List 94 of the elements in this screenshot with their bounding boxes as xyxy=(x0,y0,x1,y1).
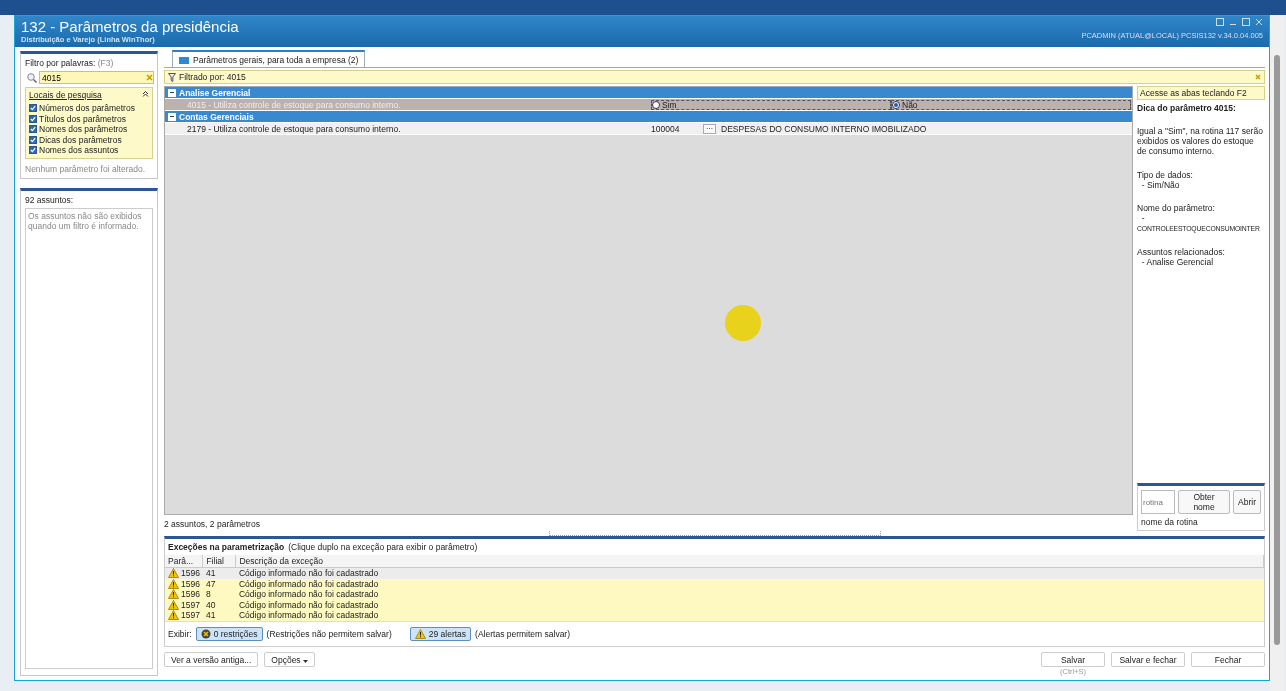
radio-button[interactable] xyxy=(652,100,660,109)
parameter-cell: 1596 xyxy=(181,578,200,589)
data-type-value: - Sim/Não xyxy=(1141,179,1181,190)
description-cell: Código informado não foi cadastrado xyxy=(235,589,1264,600)
parameter-cell: 1597 xyxy=(181,599,200,610)
search-option[interactable]: Dicas dos parâmetros xyxy=(29,134,149,145)
checkbox[interactable] xyxy=(29,114,37,123)
scroll-thumb[interactable] xyxy=(1274,55,1280,645)
checkbox[interactable] xyxy=(29,104,37,113)
close-button[interactable]: Fechar xyxy=(1191,652,1265,667)
exception-row[interactable]: 1596 47 Código informado não foi cadastrado xyxy=(165,578,1264,589)
filter-toggle[interactable]: 0 restrições xyxy=(195,627,263,641)
status-text: Nenhum parâmetro foi alterado. xyxy=(25,163,146,174)
toggle-note: (Alertas permitem salvar) xyxy=(475,629,571,639)
tab[interactable]: Parâmetros gerais, para toda a empresa (2) xyxy=(172,50,366,67)
restore-icon[interactable] xyxy=(1216,18,1224,26)
parameter-cell: 1596 xyxy=(181,568,200,579)
column-header[interactable]: Parâ... xyxy=(165,555,203,568)
warning-icon xyxy=(168,578,179,589)
routine-name: nome da rotina xyxy=(1141,517,1199,527)
branch-cell: 8 xyxy=(202,589,236,600)
exception-row[interactable]: 1596 8 Código informado não foi cadastrado xyxy=(165,589,1264,600)
subjects-count: 92 assuntos: xyxy=(25,194,75,205)
exception-row[interactable]: 1596 41 Código informado não foi cadastrado xyxy=(165,567,1264,579)
exception-row[interactable]: 1597 41 Código informado não foi cadastrado xyxy=(165,610,1264,621)
toggle-note: (Restrições não permitem salvar) xyxy=(266,629,392,639)
splitter-handle[interactable] xyxy=(548,531,881,536)
routine-field[interactable]: rotina xyxy=(1141,490,1175,514)
warning-icon xyxy=(168,589,179,600)
show-label: Exibir: xyxy=(168,629,192,639)
warning-icon xyxy=(168,610,179,621)
description-cell: Código informado não foi cadastrado xyxy=(235,567,1264,579)
related-subject: - Analise Gerencial xyxy=(1140,256,1215,267)
folder-icon xyxy=(179,55,189,64)
branch-cell: 41 xyxy=(202,567,236,579)
group-header[interactable]: Analise Gerencial xyxy=(165,87,1132,99)
routine-button[interactable]: Obter nome xyxy=(1178,490,1231,514)
data-type-label: Tipo de dados: xyxy=(1137,169,1194,180)
search-field[interactable]: 4015 xyxy=(39,71,154,84)
search-option[interactable]: Nomes dos parâmetros xyxy=(29,124,149,135)
maximize-icon[interactable] xyxy=(1242,18,1250,26)
branch-cell: 40 xyxy=(202,599,236,610)
search-option[interactable]: Títulos dos parâmetros xyxy=(29,113,149,124)
routine-button[interactable]: Abrir xyxy=(1233,490,1261,514)
warning-icon xyxy=(414,629,426,639)
hint-title: Dica do parâmetro 4015: xyxy=(1137,103,1237,113)
parameter-name-dash: - xyxy=(1140,213,1146,224)
parameter-cell: 1597 xyxy=(181,610,200,621)
scrollbar[interactable] xyxy=(1270,15,1284,691)
warning-icon xyxy=(168,599,179,610)
checkbox[interactable] xyxy=(29,146,37,155)
description-cell: Código informado não foi cadastrado xyxy=(235,599,1264,610)
column-header[interactable]: Descrição da exceção xyxy=(235,555,1264,568)
search-option[interactable]: Números dos parâmetros xyxy=(29,103,149,114)
window-title: 132 - Parâmetros da presidência xyxy=(21,18,239,35)
filter-label: Filtro por palavras: (F3) xyxy=(25,58,115,68)
radio-option[interactable]: Sim xyxy=(651,99,891,110)
error-icon xyxy=(200,629,211,639)
radio-option[interactable]: Não xyxy=(891,99,1131,110)
save-button[interactable]: Salvar xyxy=(1041,652,1105,667)
branch-cell: 47 xyxy=(202,578,236,589)
search-places-title: Locais de pesquisa xyxy=(29,90,102,100)
parameter-cell: 1596 xyxy=(181,589,200,600)
checkbox[interactable] xyxy=(29,135,37,144)
save-close-button[interactable]: Salvar e fechar xyxy=(1111,652,1185,667)
related-label: Assuntos relacionados: xyxy=(1137,246,1226,257)
description-value: DESPESAS DO CONSUMO INTERNO IMOBILIZADO xyxy=(721,123,927,134)
grid-status: 2 assuntos, 2 parâmetros xyxy=(164,518,261,531)
exceptions-heading: Exceções na parametrização (Clique duplo na exceção para exibir o parâmetro) xyxy=(167,541,479,554)
parameter-name-label: Nome do parâmetro: xyxy=(1137,202,1216,214)
exception-row[interactable]: 1597 40 Código informado não foi cadastrado xyxy=(165,599,1264,610)
collapse-icon[interactable] xyxy=(142,90,149,97)
description-cell: Código informado não foi cadastrado xyxy=(235,610,1264,621)
caret-icon xyxy=(303,660,308,663)
funnel-icon xyxy=(168,72,176,82)
radio-button[interactable] xyxy=(892,100,900,109)
column-header[interactable]: Filial xyxy=(202,555,236,568)
options-button[interactable]: Opções xyxy=(264,652,315,667)
filter-toggle[interactable]: 29 alertas xyxy=(409,627,472,641)
description-cell: Código informado não foi cadastrado xyxy=(235,578,1264,589)
warning-icon xyxy=(168,568,179,579)
close-icon[interactable] xyxy=(1255,18,1263,26)
search-icon xyxy=(27,72,37,83)
search-option[interactable]: Nomes dos assuntos xyxy=(29,145,149,156)
code-value: 100004 xyxy=(651,123,681,134)
parameter-label: 2179 - Utiliza controle de estoque para consumo interno. xyxy=(186,123,402,134)
checkbox[interactable] xyxy=(29,125,37,134)
hint-description: Igual a "Sim", na rotina 117 serão exibidos os valores do estoque de consumo interno. xyxy=(1137,126,1264,157)
tab-hint: Acesse as abas teclando F2 xyxy=(1137,86,1265,100)
subjects-note: Os assuntos não são exibidos quando um filtro é informado. xyxy=(25,207,153,669)
branch-cell: 41 xyxy=(202,610,236,621)
filter-text: Filtrado por: 4015 xyxy=(179,72,246,82)
old-version-button[interactable]: Ver a versão antiga... xyxy=(164,652,259,667)
group-header[interactable]: Contas Gerenciais xyxy=(165,111,1132,123)
